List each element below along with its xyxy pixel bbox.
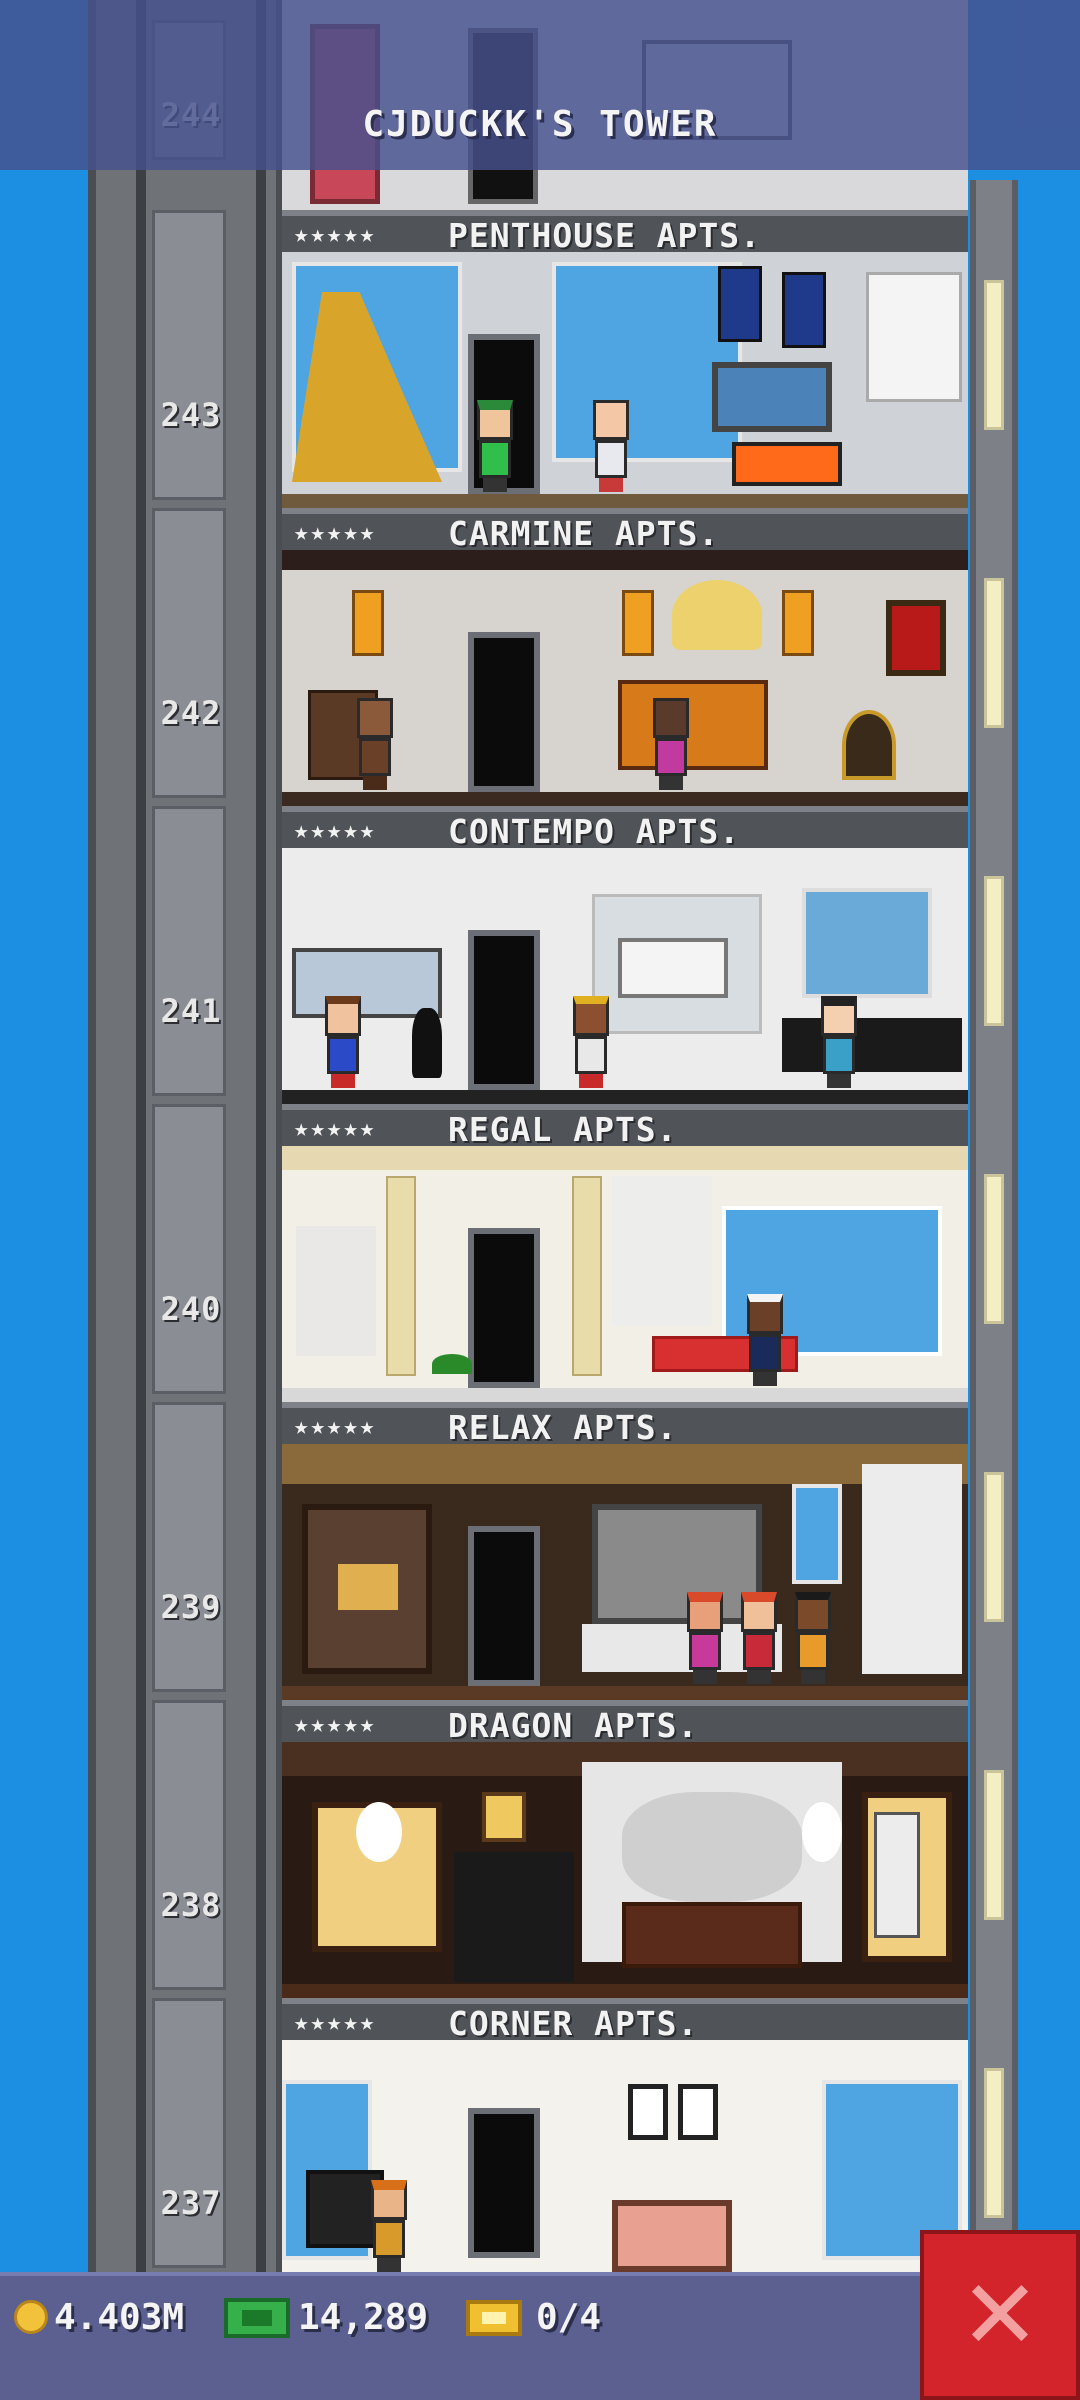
shaft-panel	[152, 1700, 226, 1990]
bux-icon	[224, 2298, 290, 2338]
floor-239[interactable]: ★★★★★ RELAX APTS.	[282, 1402, 968, 1700]
bitizen[interactable]	[568, 996, 614, 1088]
floor-label: ★★★★★ DRAGON APTS.	[282, 1700, 968, 1745]
floor-number: 241	[160, 992, 222, 1030]
door	[468, 2108, 540, 2258]
bitizen[interactable]	[366, 2180, 412, 2272]
shaft-panel	[152, 1104, 226, 1394]
game-view: 244 243 242 241 240 239 238 237 ★★★★★ PE…	[0, 0, 1080, 2400]
floor-number: 240	[160, 1290, 222, 1328]
door	[468, 930, 540, 1090]
star-rating: ★★★★★	[294, 1114, 377, 1142]
door	[468, 632, 540, 792]
floor-240[interactable]: ★★★★★ REGAL APTS.	[282, 1104, 968, 1402]
floor-name: CARMINE APTS.	[448, 514, 720, 553]
floor-name: CONTEMPO APTS.	[448, 812, 741, 851]
pillar-light	[984, 280, 1004, 430]
bitizen[interactable]	[742, 1294, 788, 1386]
door	[468, 1526, 540, 1686]
bitizen[interactable]	[736, 1592, 782, 1684]
floor-label: ★★★★★ CONTEMPO APTS.	[282, 806, 968, 851]
bitizen[interactable]	[472, 400, 518, 492]
shaft-panel	[152, 508, 226, 798]
bitizen[interactable]	[588, 400, 634, 492]
floor-label: ★★★★★ PENTHOUSE APTS.	[282, 210, 968, 255]
floor-number: 238	[160, 1886, 222, 1924]
tower-header: CJDUCKK'S TOWER	[0, 0, 1080, 170]
bitizen[interactable]	[648, 698, 694, 790]
floor-name: RELAX APTS.	[448, 1408, 678, 1447]
coins-value: 4.403M	[54, 2297, 185, 2338]
floor-238[interactable]: ★★★★★ DRAGON APTS.	[282, 1700, 968, 1998]
floor-label: ★★★★★ CORNER APTS.	[282, 1998, 968, 2043]
floor-243[interactable]: ★★★★★ PENTHOUSE APTS.	[282, 210, 968, 508]
tickets-value: 0/4	[536, 2297, 602, 2338]
pillar-light	[984, 1174, 1004, 1324]
shaft-panel	[152, 1402, 226, 1692]
close-button[interactable]: ✕	[920, 2230, 1080, 2400]
floor-label: ★★★★★ RELAX APTS.	[282, 1402, 968, 1447]
floor-number: 242	[160, 694, 222, 732]
star-rating: ★★★★★	[294, 1710, 377, 1738]
pillar-light	[984, 1770, 1004, 1920]
coin-icon	[14, 2300, 48, 2334]
floor-number: 237	[160, 2184, 222, 2222]
floor-name: REGAL APTS.	[448, 1110, 678, 1149]
floor-number: 243	[160, 396, 222, 434]
ticket-icon	[466, 2300, 522, 2336]
floor-number: 239	[160, 1588, 222, 1626]
close-icon: ✕	[959, 2259, 1041, 2371]
bitizen[interactable]	[816, 996, 862, 1088]
door	[468, 1228, 540, 1388]
bitizen[interactable]	[320, 996, 366, 1088]
pillar-light	[984, 578, 1004, 728]
pillar-light	[984, 876, 1004, 1026]
star-rating: ★★★★★	[294, 816, 377, 844]
pillar-light	[984, 1472, 1004, 1622]
star-rating: ★★★★★	[294, 220, 377, 248]
bux-value: 14,289	[298, 2297, 429, 2338]
star-rating: ★★★★★	[294, 2008, 377, 2036]
tower-title: CJDUCKK'S TOWER	[362, 104, 718, 145]
star-rating: ★★★★★	[294, 1412, 377, 1440]
floor-242[interactable]: ★★★★★ CARMINE APTS.	[282, 508, 968, 806]
shaft-panel	[152, 1998, 226, 2268]
floor-name: PENTHOUSE APTS.	[448, 216, 762, 255]
shaft-panel	[152, 806, 226, 1096]
floor-237[interactable]: ★★★★★ CORNER APTS.	[282, 1998, 968, 2272]
pillar-light	[984, 2068, 1004, 2218]
floor-name: DRAGON APTS.	[448, 1706, 699, 1745]
floor-name: CORNER APTS.	[448, 2004, 699, 2043]
bitizen[interactable]	[352, 698, 398, 790]
floor-label: ★★★★★ REGAL APTS.	[282, 1104, 968, 1149]
star-rating: ★★★★★	[294, 518, 377, 546]
floor-label: ★★★★★ CARMINE APTS.	[282, 508, 968, 553]
bitizen[interactable]	[790, 1592, 836, 1684]
bitizen[interactable]	[682, 1592, 728, 1684]
floor-241[interactable]: ★★★★★ CONTEMPO APTS.	[282, 806, 968, 1104]
shaft-panel	[152, 210, 226, 500]
